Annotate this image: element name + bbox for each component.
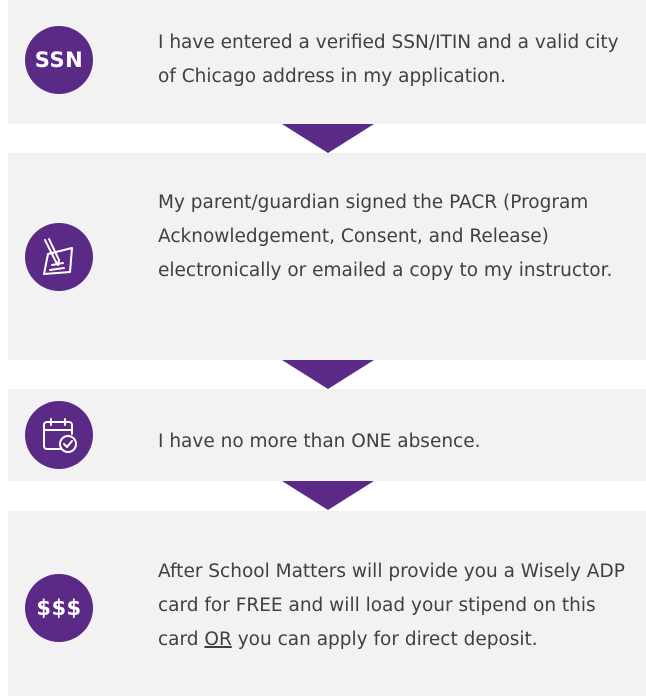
step-stipend-text: After School Matters will provide you a … (158, 555, 638, 657)
step-ssn: SSN I have entered a verified SSN/ITIN a… (8, 0, 646, 124)
ssn-icon: SSN (25, 26, 93, 94)
ssn-icon-label: SSN (34, 48, 84, 72)
step-absence-text: I have no more than ONE absence. (158, 431, 481, 452)
down-arrow-icon (282, 481, 374, 510)
signed-document-icon (25, 223, 93, 291)
step-pacr-text: My parent/guardian signed the PACR (Prog… (158, 192, 613, 281)
down-arrow-icon (282, 124, 374, 153)
down-arrow-icon (282, 360, 374, 389)
step-ssn-text: I have entered a verified SSN/ITIN and a… (158, 32, 619, 87)
step-absence: I have no more than ONE absence. (8, 389, 646, 481)
step-stipend-emphasis: OR (204, 629, 232, 650)
money-icon: $$$ (25, 574, 93, 642)
step-pacr: My parent/guardian signed the PACR (Prog… (8, 153, 646, 360)
money-icon-label: $$$ (36, 596, 82, 620)
step-stipend: $$$ After School Matters will provide yo… (8, 511, 646, 696)
calendar-check-icon (25, 401, 93, 469)
step-stipend-text-after: you can apply for direct deposit. (231, 629, 538, 650)
